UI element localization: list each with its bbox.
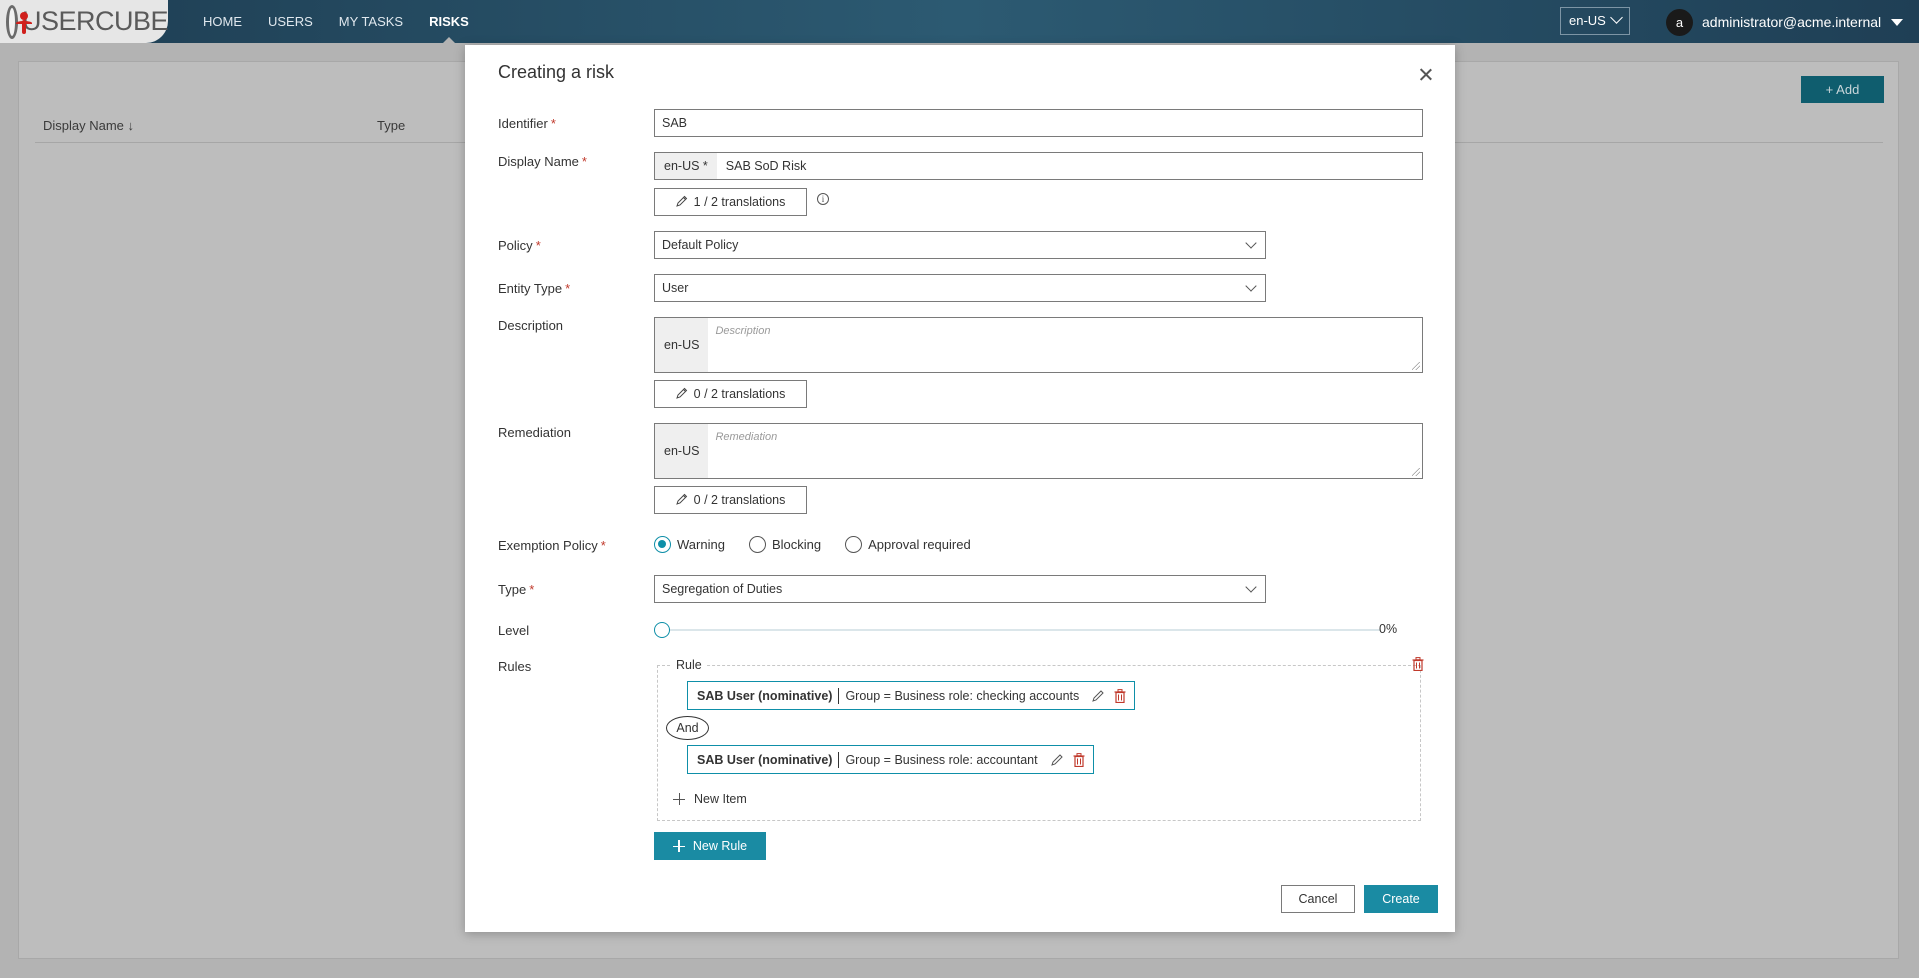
radio-label: Warning (677, 537, 725, 552)
app-logo[interactable]: USERCUBE (0, 0, 169, 43)
policy-value: Default Policy (662, 238, 739, 252)
pencil-icon (675, 387, 687, 399)
delete-trash-icon[interactable] (1072, 752, 1086, 767)
resize-grip-icon[interactable] (1412, 362, 1420, 370)
new-item-label: New Item (694, 792, 747, 806)
rules-label: Rules (498, 659, 532, 674)
chevron-down-icon (1610, 11, 1623, 24)
info-icon[interactable]: i (817, 193, 829, 205)
policy-select[interactable]: Default Policy (654, 231, 1266, 259)
rule-item-condition: Group = Business role: checking accounts (845, 688, 1080, 703)
edit-pencil-icon[interactable] (1091, 689, 1105, 703)
nav-my-tasks[interactable]: MY TASKS (326, 0, 416, 43)
level-slider-track[interactable] (665, 629, 1380, 631)
rule-item[interactable]: SAB User (nominative) Group = Business r… (687, 681, 1135, 710)
new-rule-button[interactable]: New Rule (654, 832, 766, 860)
radio-unchecked-icon (748, 536, 766, 553)
rule-item-name: SAB User (nominative) (697, 751, 840, 768)
radio-blocking[interactable]: Blocking (748, 536, 822, 553)
radio-approval-required[interactable]: Approval required (845, 536, 971, 553)
rule-legend: Rule (672, 658, 706, 672)
radio-checked-icon (654, 536, 671, 553)
remediation-label: Remediation (498, 425, 571, 440)
description-textarea[interactable]: en-US Description (654, 317, 1423, 373)
new-item-button[interactable]: New Item (673, 792, 747, 806)
locale-prefix: en-US (655, 424, 709, 478)
identifier-label: Identifier * (498, 116, 556, 131)
usercube-logo-icon (6, 4, 32, 39)
column-header-type[interactable]: Type (377, 118, 405, 133)
entity-type-value: User (662, 281, 689, 295)
plus-icon: + (1825, 82, 1837, 97)
language-select[interactable]: en-US (1560, 7, 1630, 35)
radio-unchecked-icon (845, 536, 863, 553)
rule-item[interactable]: SAB User (nominative) Group = Business r… (687, 745, 1094, 774)
column-header-display-name[interactable]: Display Name ↓ (43, 118, 134, 133)
delete-rule-trash-icon[interactable] (1412, 657, 1424, 671)
level-slider-thumb[interactable] (654, 622, 670, 638)
display-name-value: SAB SoD Risk (725, 159, 807, 173)
user-menu[interactable]: a administrator@acme.internal (1666, 7, 1904, 37)
nav-risks[interactable]: RISKS (416, 0, 482, 43)
main-nav: HOME USERS MY TASKS RISKS (190, 0, 482, 43)
chevron-down-icon (1245, 581, 1257, 593)
new-rule-label: New Rule (692, 839, 748, 853)
plus-icon (672, 840, 685, 852)
remediation-translations-button[interactable]: 0 / 2 translations (654, 486, 807, 514)
display-name-input[interactable]: en-US * SAB SoD Risk (654, 152, 1423, 180)
user-email: administrator@acme.internal (1702, 14, 1882, 30)
close-icon[interactable] (1418, 67, 1434, 83)
add-risk-button[interactable]: + Add (1801, 76, 1884, 103)
exemption-policy-label: Exemption Policy * (498, 538, 606, 553)
cancel-button[interactable]: Cancel (1281, 885, 1355, 913)
identifier-input[interactable]: SAB (654, 109, 1423, 137)
remediation-textarea[interactable]: en-US Remediation (654, 423, 1423, 479)
edit-pencil-icon[interactable] (1050, 753, 1064, 767)
type-select[interactable]: Segregation of Duties (654, 575, 1266, 603)
top-bar: USERCUBE HOME USERS MY TASKS RISKS en-US… (0, 0, 1919, 43)
logo-text: USERCUBE (21, 6, 169, 36)
delete-trash-icon[interactable] (1113, 688, 1127, 703)
description-placeholder: Description (715, 325, 771, 337)
description-translations-button[interactable]: 0 / 2 translations (654, 380, 807, 408)
chevron-down-icon (1245, 237, 1257, 249)
radio-label: Approval required (868, 537, 971, 552)
rule-item-condition: Group = Business role: accountant (845, 752, 1038, 767)
display-name-translations-button[interactable]: 1 / 2 translations (654, 188, 807, 216)
radio-label: Blocking (771, 537, 822, 552)
display-name-label: Display Name * (498, 154, 587, 169)
and-operator-toggle[interactable]: And (666, 716, 709, 740)
remediation-placeholder: Remediation (715, 431, 778, 443)
locale-prefix: en-US * (655, 153, 717, 179)
plus-icon (673, 793, 685, 805)
language-value: en-US (1569, 13, 1606, 28)
entity-type-label: Entity Type * (498, 281, 571, 296)
entity-type-select[interactable]: User (654, 274, 1266, 302)
create-risk-dialog: Creating a risk Identifier * SAB Display … (465, 45, 1455, 932)
exemption-policy-radio-group: Warning Blocking Approval required (654, 536, 995, 553)
locale-prefix: en-US (655, 318, 709, 372)
add-label: Add (1836, 82, 1860, 97)
type-label: Type * (498, 582, 535, 597)
nav-users[interactable]: USERS (255, 0, 326, 43)
nav-home[interactable]: HOME (190, 0, 255, 43)
create-button[interactable]: Create (1364, 885, 1438, 913)
resize-grip-icon[interactable] (1412, 468, 1420, 476)
level-value: 0% (1379, 622, 1398, 636)
policy-label: Policy * (498, 238, 541, 253)
radio-warning[interactable]: Warning (654, 536, 725, 553)
pencil-icon (675, 493, 687, 505)
type-value: Segregation of Duties (662, 582, 783, 596)
chevron-down-icon (1245, 280, 1257, 292)
dialog-title: Creating a risk (498, 62, 615, 82)
level-label: Level (498, 623, 530, 638)
rule-item-name: SAB User (nominative) (697, 687, 840, 704)
description-label: Description (498, 318, 564, 333)
pencil-icon (675, 195, 687, 207)
avatar: a (1666, 8, 1693, 36)
caret-down-icon (1891, 18, 1904, 26)
